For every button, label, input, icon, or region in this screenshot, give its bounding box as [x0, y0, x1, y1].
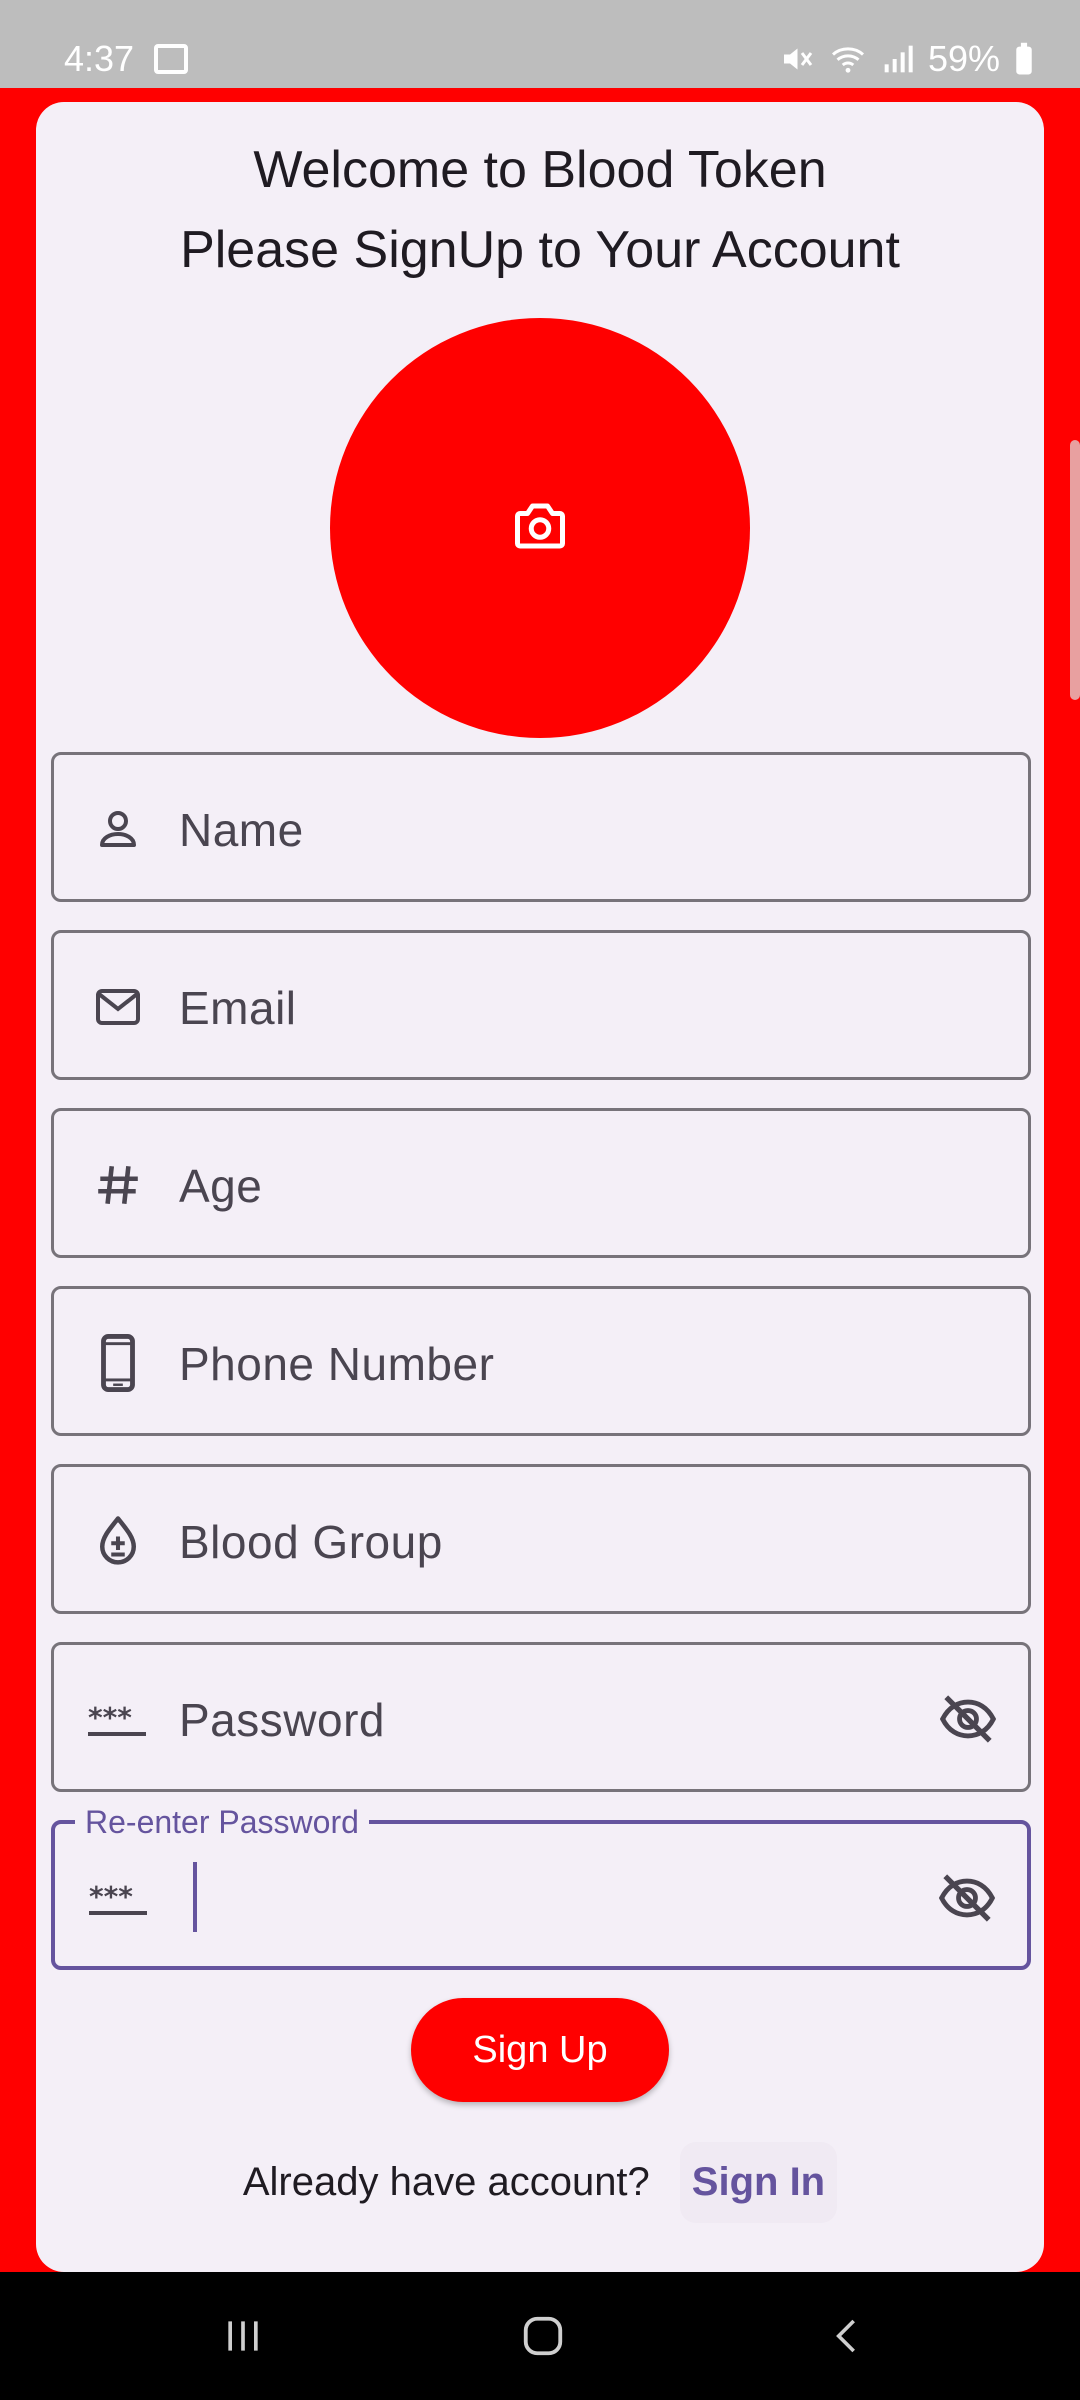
phone-field[interactable]: Phone Number	[51, 1286, 1031, 1436]
email-field[interactable]: Email	[51, 930, 1031, 1080]
camera-icon	[510, 496, 570, 561]
signup-card: Welcome to Blood Token Please SignUp to …	[36, 102, 1044, 2272]
person-icon	[88, 799, 148, 859]
home-icon[interactable]	[518, 2306, 568, 2366]
profile-photo-picker[interactable]	[330, 318, 750, 738]
gallery-icon	[154, 44, 188, 74]
reenter-password-field[interactable]: Re-enter Password ***	[51, 1802, 1031, 1970]
password-icon: ***	[89, 1868, 149, 1928]
signal-icon	[882, 42, 914, 76]
system-nav-bar	[0, 2272, 1080, 2400]
password-icon: ***	[88, 1689, 148, 1749]
reenter-password-label: Re-enter Password	[75, 1802, 369, 1842]
visibility-off-icon[interactable]	[935, 1868, 999, 1928]
name-placeholder: Name	[179, 804, 304, 856]
name-field[interactable]: Name	[51, 752, 1031, 902]
status-bar: 4:37 59%	[0, 0, 1080, 88]
status-icons: 59%	[778, 38, 1034, 80]
visibility-off-icon[interactable]	[936, 1689, 1000, 1749]
hash-icon	[88, 1155, 148, 1215]
battery-percentage: 59%	[927, 38, 1000, 79]
phone-placeholder: Phone Number	[179, 1338, 495, 1390]
status-time: 4:37	[64, 38, 135, 79]
scrollbar[interactable]	[1070, 440, 1080, 700]
back-icon[interactable]	[822, 2306, 872, 2366]
svg-text:***: ***	[88, 1701, 132, 1734]
phone-icon	[88, 1333, 148, 1393]
blood-drop-icon	[88, 1511, 148, 1571]
recents-icon[interactable]	[218, 2306, 268, 2366]
mute-icon	[778, 41, 814, 77]
age-placeholder: Age	[179, 1160, 263, 1212]
svg-text:***: ***	[89, 1880, 133, 1913]
text-cursor	[193, 1862, 197, 1932]
signup-button[interactable]: Sign Up	[411, 1998, 669, 2102]
age-field[interactable]: Age	[51, 1108, 1031, 1258]
password-field[interactable]: *** Password	[51, 1642, 1031, 1792]
signin-prompt-row: Already have account? Sign In	[36, 2142, 1044, 2223]
email-placeholder: Email	[179, 982, 297, 1034]
signup-subtitle: Please SignUp to Your Account	[180, 221, 900, 279]
account-prompt-text: Already have account?	[242, 2160, 650, 2204]
password-placeholder: Password	[179, 1694, 385, 1746]
battery-icon	[1014, 42, 1034, 76]
signin-link[interactable]: Sign In	[679, 2142, 838, 2223]
blood-group-field[interactable]: Blood Group	[51, 1464, 1031, 1614]
wifi-icon	[828, 41, 868, 77]
blood-group-placeholder: Blood Group	[179, 1516, 443, 1568]
welcome-title: Welcome to Blood Token	[253, 141, 827, 199]
mail-icon	[88, 977, 148, 1037]
